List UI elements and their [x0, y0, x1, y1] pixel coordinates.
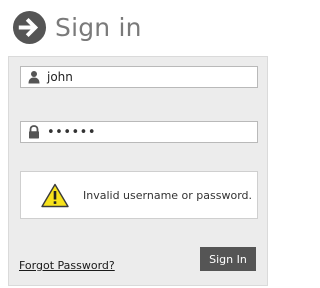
lock-icon [29, 125, 39, 139]
forgot-password-link[interactable]: Forgot Password? [19, 259, 115, 272]
sign-in-panel: john •••••• Invalid username or password… [8, 56, 268, 286]
error-message-box: Invalid username or password. [20, 171, 258, 219]
password-field[interactable]: •••••• [20, 121, 258, 143]
error-message-text: Invalid username or password. [83, 188, 253, 202]
page-header: Sign in [12, 8, 142, 46]
arrow-right-circle-icon [12, 10, 47, 44]
username-value: john [47, 70, 73, 84]
username-field[interactable]: john [20, 66, 258, 88]
password-value: •••••• [47, 124, 97, 140]
page-title: Sign in [55, 12, 142, 42]
warning-icon [41, 183, 69, 207]
sign-in-button[interactable]: Sign In [200, 247, 256, 271]
user-icon [28, 71, 40, 84]
